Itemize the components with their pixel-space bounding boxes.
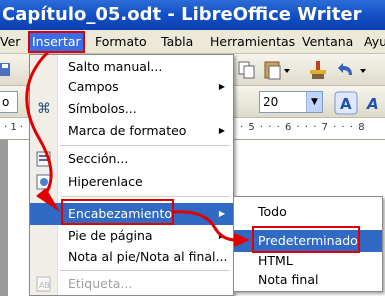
save-icon[interactable] [0,59,22,81]
menu-formato[interactable]: Formato [95,30,147,54]
menu-item-seccion[interactable]: Sección... [30,148,233,170]
menu-item-label: Nota al pie/Nota al final... [68,249,228,264]
copy-icon[interactable] [236,59,258,81]
menu-ventana[interactable]: Ventana [302,30,353,54]
paste-icon[interactable] [262,59,284,81]
menu-herramientas[interactable]: Herramientas [210,30,295,54]
menu-item-pie-pagina[interactable]: Pie de página ▶ [30,225,233,247]
menu-item-etiqueta: AB Etiqueta... [30,273,233,295]
submenu-item-predeterminado[interactable]: Predeterminado [234,230,382,252]
menu-item-label: Símbolos... [68,101,137,116]
submenu-arrow-icon: ▶ [218,82,225,91]
menu-tabla[interactable]: Tabla [161,30,193,54]
menu-ver[interactable]: Ver [0,30,20,54]
menu-item-hiperenlace[interactable]: Hiperenlace [30,171,233,193]
menu-item-label: Marca de formateo [68,123,187,138]
menu-item-label: Campos [68,79,119,94]
svg-text:A: A [366,95,379,113]
menu-insertar[interactable]: Insertar [28,31,85,53]
submenu-arrow-icon: ▶ [218,126,225,135]
menu-ayuda[interactable]: Ayu [364,30,385,54]
paste-dropdown-icon[interactable] [282,59,294,81]
caption-icon: AB [36,276,52,292]
ruler-marks: · 5 · · · 6 · · · 7 · · · 8 [240,122,366,133]
hyperlink-icon [36,174,52,190]
section-icon [36,151,52,167]
header-submenu: Todo Predeterminado HTML Nota final [233,196,383,292]
submenu-arrow-icon: ▶ [218,209,225,218]
clone-formatting-icon[interactable] [306,59,328,81]
menu-item-nota-pie[interactable]: Nota al pie/Nota al final... [30,246,233,268]
menu-item-label: Sección... [68,151,129,166]
paragraph-style-combo[interactable]: o [0,91,18,113]
menu-item-simbolos[interactable]: ⌘ Símbolos... [30,98,233,120]
submenu-item-label: HTML [258,253,293,268]
svg-text:AB: AB [39,281,50,290]
menu-item-label: Encabezamiento [68,206,173,221]
undo-dropdown-icon[interactable] [358,59,370,81]
window-title-bar: Capítulo_05.odt - LibreOffice Writer [0,0,385,30]
font-size-value: 20 [263,95,279,109]
menu-separator [60,145,230,146]
submenu-item-todo[interactable]: Todo [234,201,382,223]
symbols-icon: ⌘ [37,101,51,117]
menu-item-encabezamiento[interactable]: Encabezamiento ▶ [30,203,233,225]
menu-separator [60,270,230,271]
submenu-arrow-icon: ▶ [218,231,225,240]
menu-item-label: Etiqueta... [68,276,133,291]
menu-item-label: Salto manual... [68,59,163,74]
insert-menu: Salto manual... Campos ▶ ⌘ Símbolos... M… [29,54,234,296]
submenu-item-label: Todo [258,204,287,219]
italic-font-icon[interactable]: A [362,91,385,115]
submenu-item-label: Nota final [258,272,319,287]
undo-icon[interactable] [336,59,358,81]
ruler-left-mark: · 1 · [4,122,24,133]
window-title: Capítulo_05.odt - LibreOffice Writer [2,4,362,25]
font-size-dropdown-icon[interactable]: ▼ [306,92,322,112]
menu-insertar-label: Insertar [32,34,81,49]
font-size-combo[interactable]: 20 ▼ [259,91,323,113]
menu-separator [60,196,230,197]
menu-item-campos[interactable]: Campos ▶ [30,76,233,98]
menu-bar: Ver Insertar Formato Tabla Herramientas … [0,30,385,54]
svg-text:A: A [340,95,352,113]
paragraph-style-value: o [2,95,10,109]
menu-item-salto-manual[interactable]: Salto manual... [30,56,233,78]
submenu-item-label: Predeterminado [258,233,358,248]
bold-font-icon[interactable]: A [334,91,358,115]
menu-item-label: Hiperenlace [68,174,143,189]
menu-item-marca-formateo[interactable]: Marca de formateo ▶ [30,120,233,142]
menu-item-label: Pie de página [68,228,153,243]
submenu-item-nota-final[interactable]: Nota final [234,269,382,291]
